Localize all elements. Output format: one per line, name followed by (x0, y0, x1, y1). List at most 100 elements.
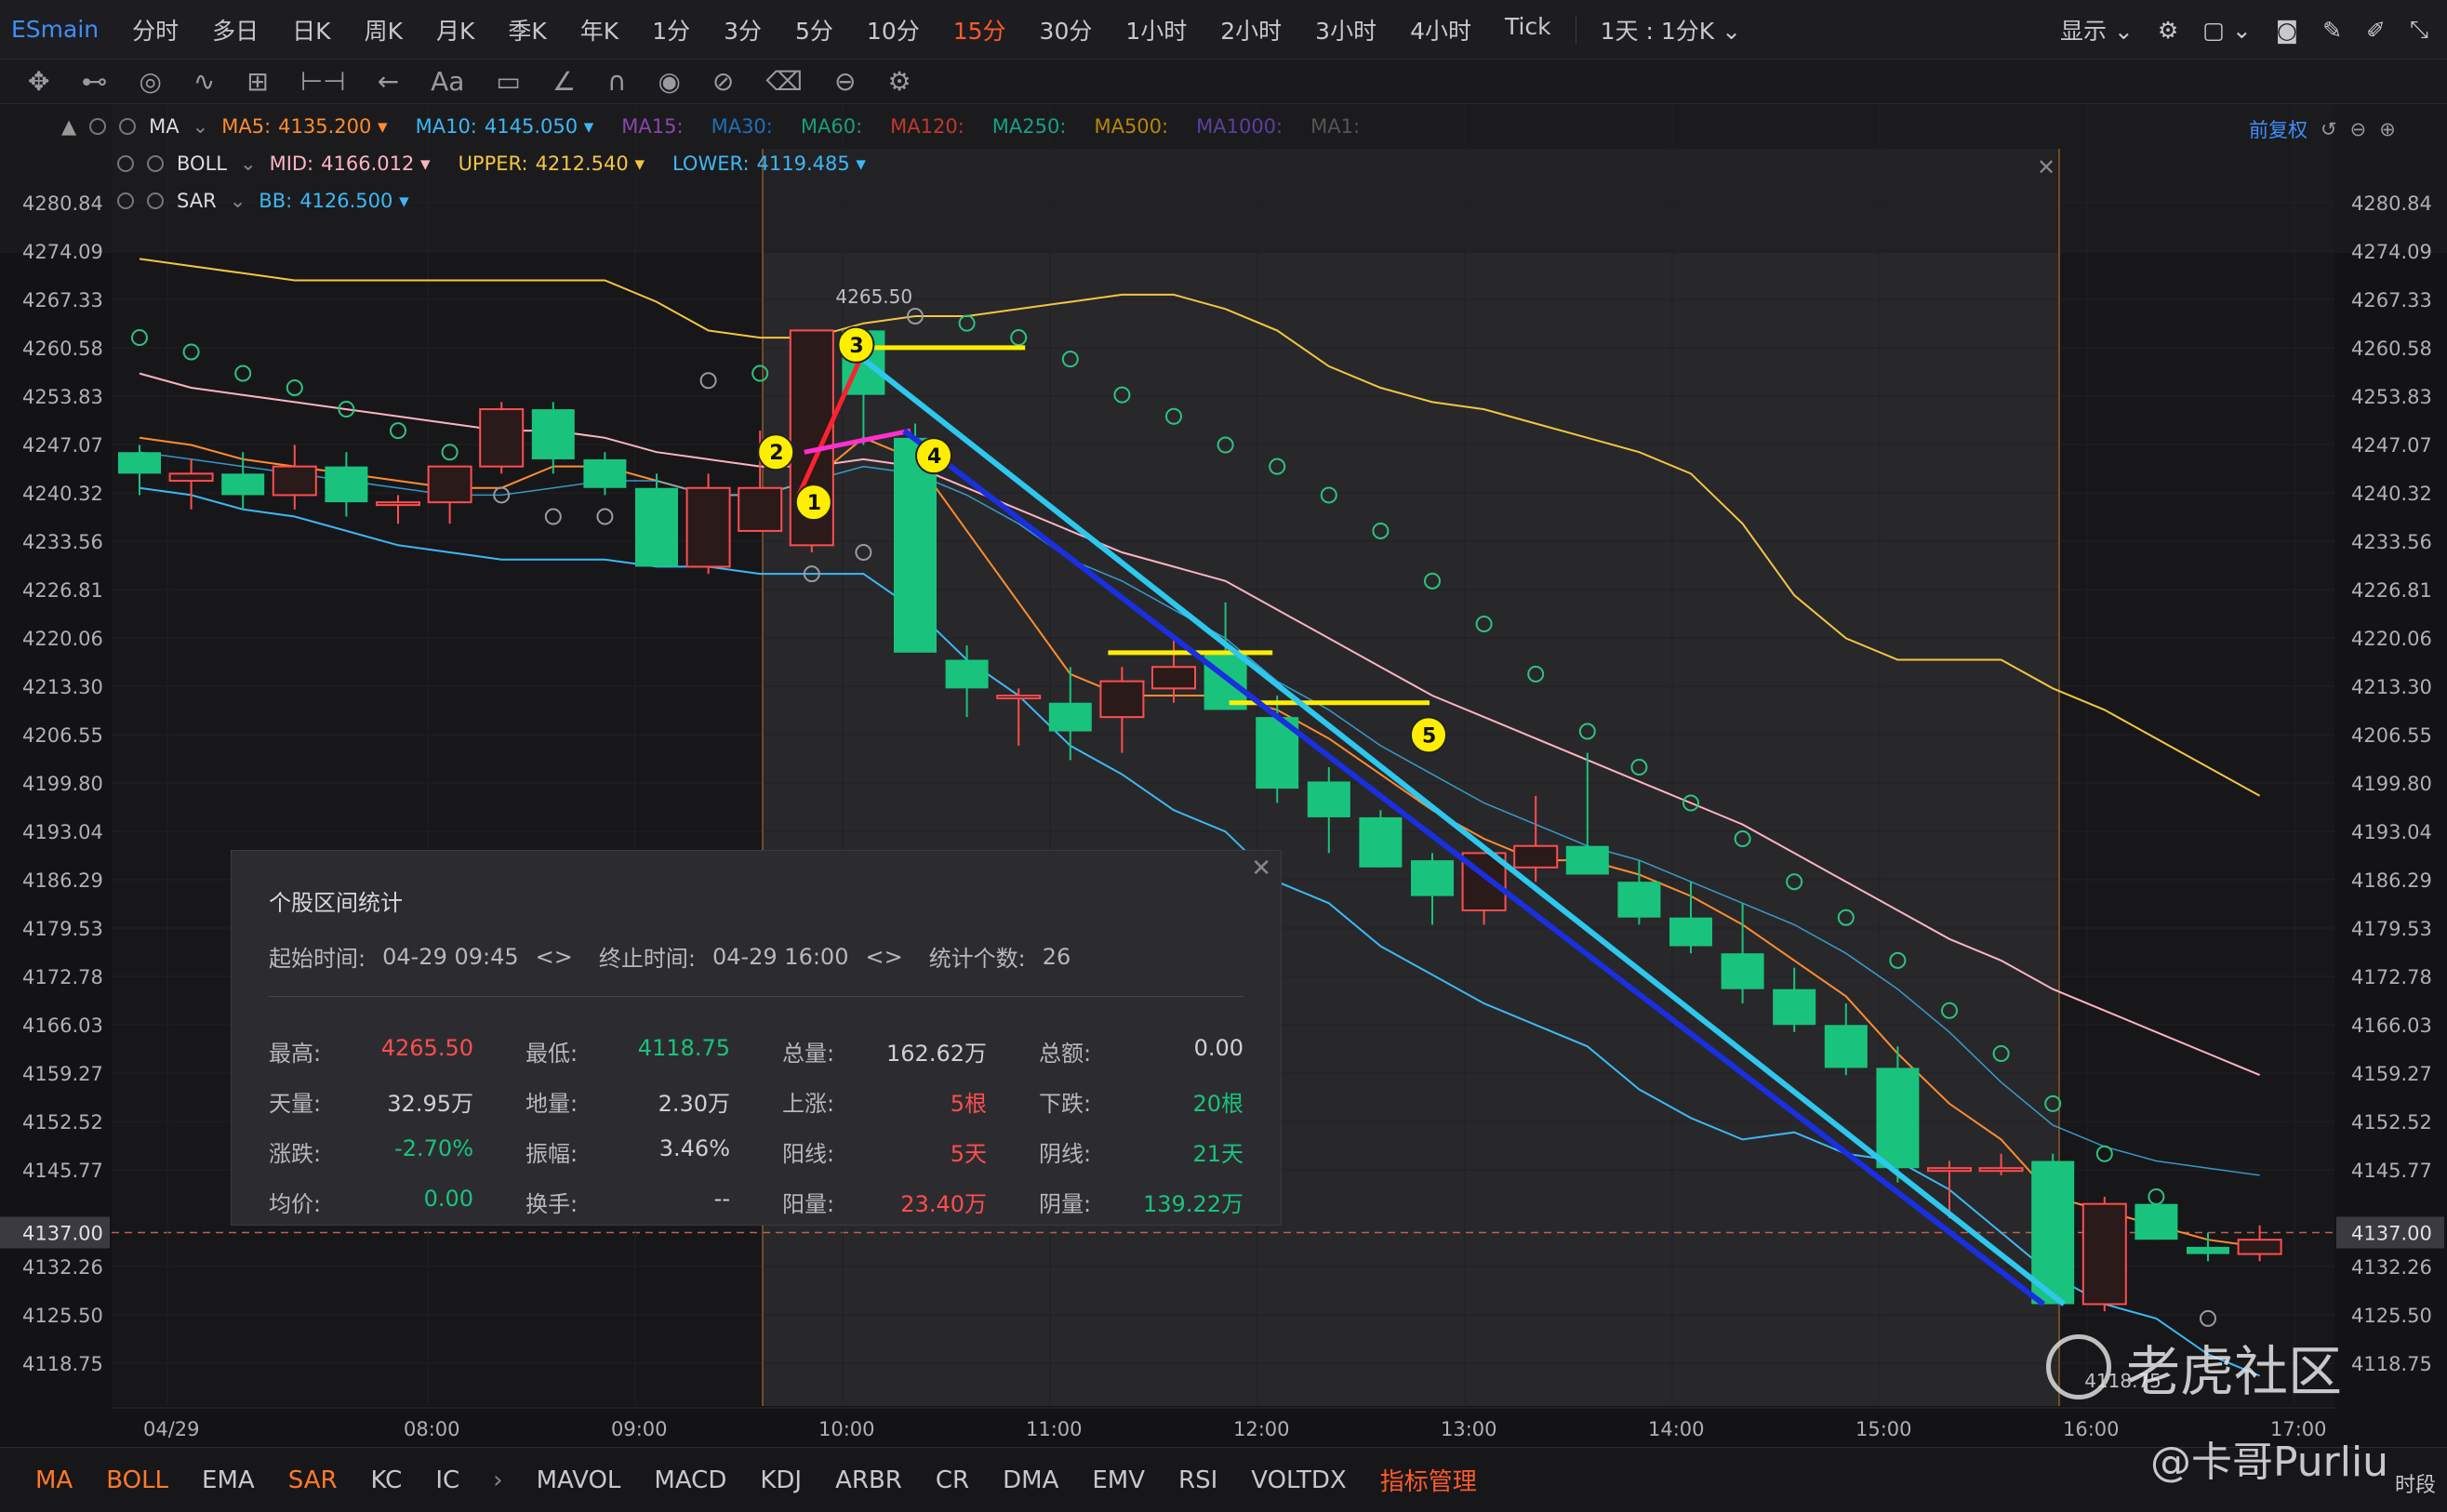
zoom-out-icon[interactable]: ⊖ (2350, 118, 2367, 140)
price-chart[interactable]: 4265.50 4118.75 1 2 3 4 5 4280.84 4280.84 4274.… (0, 0, 2447, 1447)
candle-body-up (1978, 1167, 2024, 1173)
price-tick-left: 4132.26 (22, 1256, 103, 1279)
boll-name: BOLL (177, 153, 227, 175)
boll-item[interactable]: UPPER: 4212.540 ▾ (459, 153, 645, 175)
boll-legend: BOLL ⌄ MID: 4166.012 ▾ UPPER: 4212.540 ▾ LOW… (117, 153, 866, 175)
ma-item[interactable]: MA120: (890, 115, 964, 138)
indicator-manage-button[interactable]: 指标管理 (1363, 1463, 1494, 1497)
close-icon[interactable] (147, 192, 164, 209)
indicator-tab[interactable]: BOLL (89, 1466, 185, 1494)
end-stepper-icon[interactable]: <> (865, 944, 902, 970)
zoom-in-icon[interactable]: ⊕ (2379, 118, 2396, 140)
ma-item[interactable]: MA250: (992, 115, 1067, 138)
settings-icon[interactable] (89, 118, 107, 135)
collapse-icon[interactable]: ▲ (61, 115, 76, 138)
indicator-tab[interactable]: SAR (272, 1466, 354, 1494)
candle-body-down (2134, 1203, 2178, 1240)
stat-cell: 阳量: 23.40万 (782, 1186, 987, 1217)
annotation-marker-label: 1 (807, 492, 821, 515)
adjust-button[interactable]: 前复权 (2249, 115, 2307, 143)
close-icon[interactable] (147, 155, 164, 172)
indicator-tab[interactable]: EMV (1075, 1466, 1162, 1494)
range-close-icon[interactable]: ✕ (2037, 154, 2055, 180)
stat-value: 139.22万 (1143, 1191, 1243, 1217)
caret-icon: ▾ (414, 153, 431, 175)
candle-body-down (1359, 816, 1403, 868)
ma-item[interactable]: MA15: (621, 115, 683, 138)
stat-key: 最低: (525, 1041, 579, 1067)
caret-icon: ▾ (849, 153, 866, 175)
ma-item-label: MA250: (991, 115, 1067, 138)
candle-body-up (685, 486, 731, 568)
price-tick-right: 4226.81 (2351, 579, 2432, 602)
ma-item[interactable]: MA60: (801, 115, 862, 138)
price-tick-left: 4213.30 (22, 676, 103, 698)
price-tick-right: 4125.50 (2351, 1305, 2432, 1327)
sar-item[interactable]: BB: 4126.500 ▾ (259, 190, 408, 212)
close-icon[interactable]: ✕ (1251, 855, 1271, 882)
boll-item[interactable]: LOWER: 4119.485 ▾ (672, 153, 866, 175)
ma-item-value: 4135.200 (278, 115, 372, 138)
tiger-logo-icon (2046, 1334, 2111, 1399)
candle-body-up (1151, 666, 1196, 690)
settings-icon[interactable] (117, 155, 134, 172)
time-tick: 12:00 (1233, 1418, 1290, 1440)
candle-body-up (168, 472, 214, 483)
price-tick-right: 4206.55 (2351, 724, 2432, 747)
price-tick-right: 4220.06 (2351, 628, 2432, 650)
ma-item[interactable]: MA500: (1094, 115, 1168, 138)
indicator-tab[interactable]: MACD (637, 1466, 743, 1494)
chevron-down-icon[interactable]: ⌄ (230, 190, 246, 212)
ma-item[interactable]: MA5: 4135.200 ▾ (221, 115, 387, 138)
indicator-tab[interactable]: KC (354, 1466, 419, 1494)
price-tick-left: 4220.06 (22, 628, 103, 650)
stat-value: 3.46% (658, 1135, 730, 1161)
indicator-tab[interactable]: VOLTDX (1234, 1466, 1363, 1494)
chevron-down-icon[interactable]: ⌄ (240, 153, 257, 175)
candle-body-up (272, 465, 317, 497)
settings-icon[interactable] (117, 192, 134, 209)
indicator-tab[interactable]: ARBR (818, 1466, 919, 1494)
candle-body-down (945, 659, 989, 689)
indicator-tab[interactable]: MA (19, 1466, 89, 1494)
stats-title: 个股区间统计 (269, 890, 403, 916)
indicator-tab[interactable]: DMA (986, 1466, 1075, 1494)
stat-value: 162.62万 (886, 1041, 987, 1067)
candle-body-down (635, 487, 678, 567)
price-tick-left: 4125.50 (22, 1305, 103, 1327)
more-chevron-icon[interactable]: › (476, 1466, 519, 1494)
overlay-tabs: MA BOLL EMA SAR KC IC (19, 1466, 476, 1494)
boll-item-label: LOWER: (672, 153, 750, 175)
ma-item[interactable]: MA30: (711, 115, 773, 138)
stat-cell: 下跌: 20根 (1039, 1085, 1243, 1117)
stat-cell: 均价: 0.00 (269, 1186, 473, 1217)
ma-item[interactable]: MA1: (1310, 115, 1360, 138)
price-tick-right: 4159.27 (2351, 1063, 2432, 1085)
end-label: 终止时间: (598, 946, 696, 972)
price-tick-left: 4253.83 (22, 386, 103, 408)
boll-item[interactable]: MID: 4166.012 ▾ (270, 153, 431, 175)
stat-key: 地量: (525, 1091, 579, 1117)
price-tick-left: 4206.55 (22, 724, 103, 747)
indicator-tab[interactable]: MAVOL (520, 1466, 638, 1494)
stat-cell: 总量: 162.62万 (782, 1035, 987, 1067)
close-icon[interactable] (119, 118, 137, 135)
indicator-tab[interactable]: EMA (185, 1466, 272, 1494)
start-stepper-icon[interactable]: <> (536, 944, 573, 970)
ma-item[interactable]: MA1000: (1196, 115, 1283, 138)
indicator-tab[interactable]: RSI (1162, 1466, 1234, 1494)
ma-item[interactable]: MA10: 4145.050 ▾ (416, 115, 594, 138)
indicator-tab[interactable]: CR (919, 1466, 986, 1494)
indicator-tab[interactable]: KDJ (743, 1466, 818, 1494)
indicator-tab[interactable]: IC (419, 1466, 476, 1494)
start-label: 起始时间: (269, 946, 366, 972)
price-tick-right: 4247.07 (2351, 434, 2432, 457)
reset-icon[interactable]: ↺ (2321, 118, 2337, 140)
price-tick-left: 4145.77 (22, 1160, 103, 1182)
stat-value: 32.95万 (387, 1091, 473, 1117)
chevron-down-icon[interactable]: ⌄ (193, 115, 209, 138)
candle-body-down (221, 473, 265, 496)
candle-body-down (1411, 860, 1454, 896)
session-label[interactable]: 时段 (2395, 1468, 2436, 1498)
stat-key: 下跌: (1039, 1091, 1092, 1117)
